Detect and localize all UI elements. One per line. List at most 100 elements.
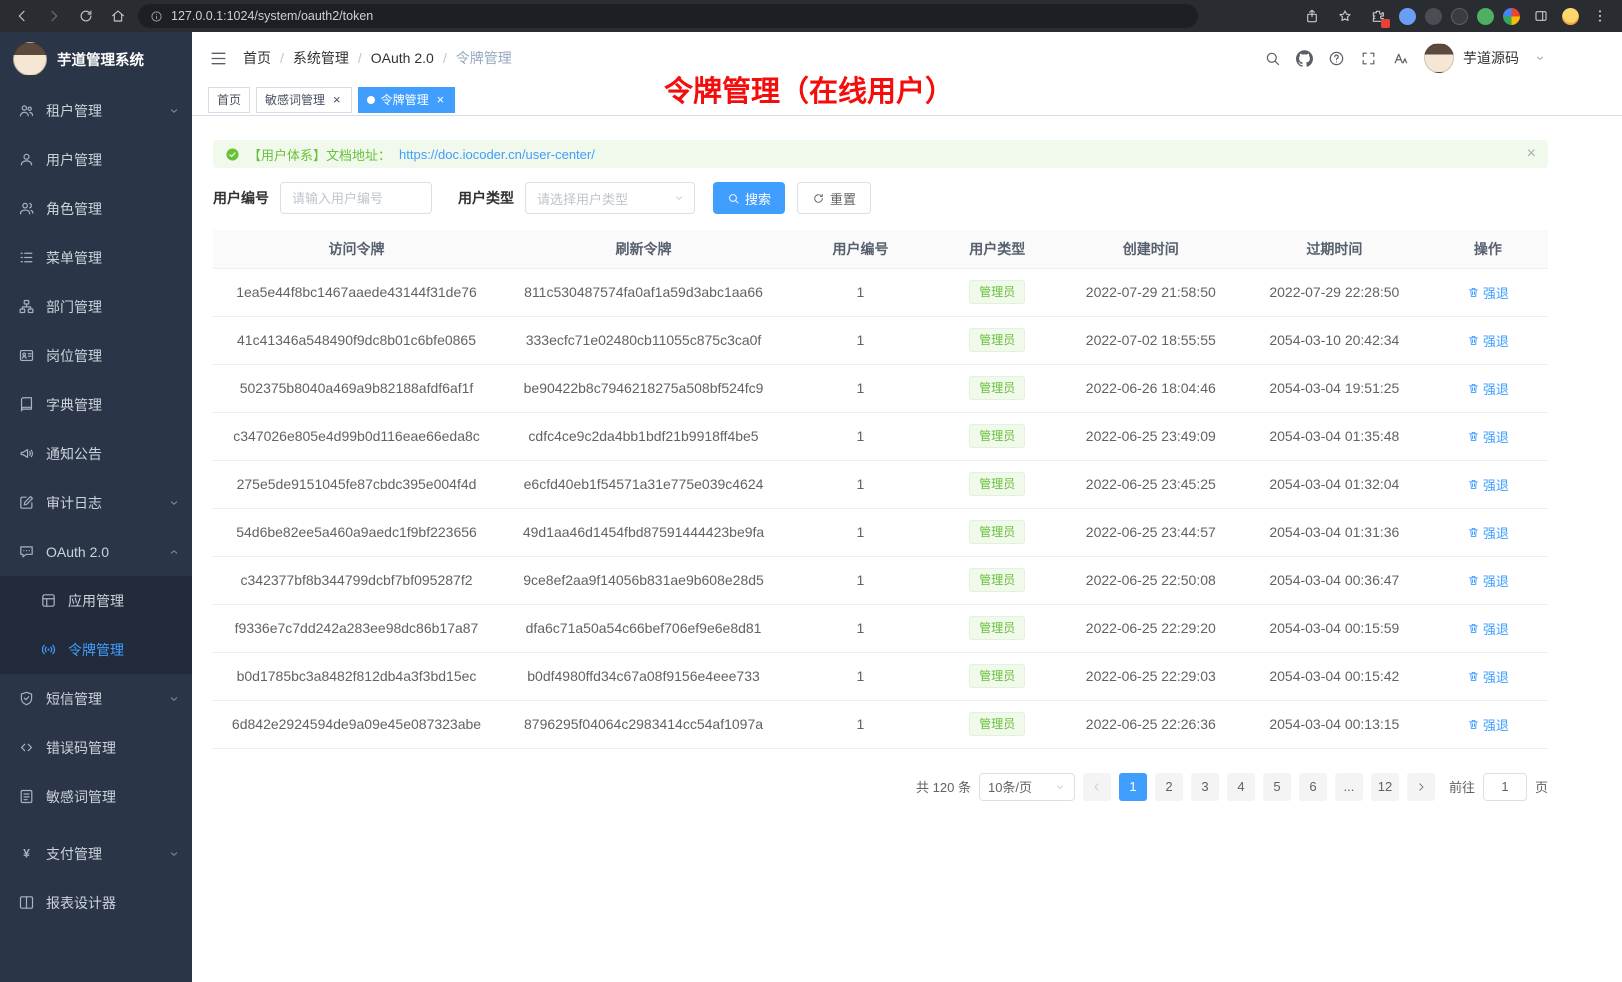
expire-time-cell: 2054-03-04 01:31:36 [1241,508,1428,556]
alert-close-icon[interactable]: × [1527,146,1536,162]
help-icon[interactable] [1328,50,1345,67]
doc-link[interactable]: https://doc.iocoder.cn/user-center/ [399,147,595,162]
reload-button[interactable] [74,4,98,28]
sidebar-item-3[interactable]: 菜单管理 [0,233,192,282]
chevron-down-icon[interactable] [1534,52,1546,64]
extension-icon-green[interactable] [1477,8,1494,25]
search-button[interactable]: 搜索 [713,182,785,214]
action-cell: 强退 [1428,556,1548,604]
force-logout-button[interactable]: 强退 [1467,427,1509,446]
home-button[interactable] [106,4,130,28]
access-token-cell: 502375b8040a469a9b82188afdf6af1f [213,364,500,412]
sidebar-item-10[interactable]: 应用管理 [0,576,192,625]
tab-2[interactable]: 令牌管理× [358,87,456,113]
extension-icon-blue[interactable] [1399,8,1416,25]
sidebar-item-9[interactable]: OAuth 2.0 [0,527,192,576]
tab-0[interactable]: 首页 [208,87,250,113]
active-dot-icon [367,96,375,104]
force-logout-button[interactable]: 强退 [1467,523,1509,542]
refresh-token-cell: 9ce8ef2aa9f14056b831ae9b608e28d5 [500,556,787,604]
extensions-button[interactable] [1366,4,1390,28]
chevron-up-icon [168,546,180,558]
pagination-more-button[interactable]: ... [1335,773,1363,801]
pagination-page-1[interactable]: 1 [1119,773,1147,801]
breadcrumb-item-0[interactable]: 首页 [243,48,271,68]
sidebar-item-1[interactable]: 用户管理 [0,135,192,184]
sidebar-item-13[interactable]: 错误码管理 [0,723,192,772]
browser-menu-button[interactable] [1588,4,1612,28]
force-logout-button[interactable]: 强退 [1467,283,1509,302]
delete-icon [1467,718,1480,731]
page-size-select[interactable]: 10条/页 [979,773,1075,801]
extension-icon-dark-2[interactable] [1451,8,1468,25]
sidebar-item-0[interactable]: 租户管理 [0,86,192,135]
forward-button[interactable] [42,4,66,28]
user-type-placeholder: 请选择用户类型 [537,189,628,208]
breadcrumb-item-2[interactable]: OAuth 2.0 [371,50,434,66]
tab-1[interactable]: 敏感词管理× [256,87,352,113]
site-info-icon[interactable] [150,10,163,23]
close-icon[interactable]: × [435,92,447,107]
font-size-icon[interactable] [1392,50,1409,67]
goto-page-input[interactable] [1483,773,1527,801]
sidebar-item-16[interactable]: 报表设计器 [0,878,192,927]
sidebar-item-14[interactable]: 敏感词管理 [0,772,192,821]
filter-form: 用户编号 用户类型 请选择用户类型 搜索 重置 [213,182,1548,214]
sidebar-item-11[interactable]: 令牌管理 [0,625,192,674]
extension-icon-colorful[interactable] [1503,8,1520,25]
sidebar-item-15[interactable]: ¥支付管理 [0,829,192,878]
force-logout-button[interactable]: 强退 [1467,571,1509,590]
bookmark-button[interactable] [1333,4,1357,28]
address-bar[interactable]: 127.0.0.1:1024/system/oauth2/token [138,4,1198,28]
breadcrumb-separator: / [358,50,362,66]
search-icon[interactable] [1264,50,1281,67]
column-header-2: 用户编号 [787,230,934,268]
sidebar-item-6[interactable]: 字典管理 [0,380,192,429]
extension-icon-dark[interactable] [1425,8,1442,25]
page-suffix: 页 [1535,777,1548,796]
sidebar-item-12[interactable]: 短信管理 [0,674,192,723]
pagination-page-12[interactable]: 12 [1371,773,1399,801]
share-button[interactable] [1300,4,1324,28]
force-logout-button[interactable]: 强退 [1467,475,1509,494]
pagination-page-6[interactable]: 6 [1299,773,1327,801]
force-logout-button[interactable]: 强退 [1467,331,1509,350]
user-type-badge: 管理员 [969,424,1025,448]
dept-icon [18,298,35,315]
username[interactable]: 芋道源码 [1463,48,1519,68]
sidebar-item-7[interactable]: 通知公告 [0,429,192,478]
user-icon [18,151,35,168]
user-id-input[interactable] [280,182,432,214]
app-logo[interactable]: 芋道管理系统 [0,32,192,86]
sidebar-toggle-icon[interactable] [209,49,228,68]
force-logout-button[interactable]: 强退 [1467,715,1509,734]
pagination-page-4[interactable]: 4 [1227,773,1255,801]
expire-time-cell: 2054-03-04 00:15:42 [1241,652,1428,700]
breadcrumb-item-1[interactable]: 系统管理 [293,48,349,68]
github-icon[interactable] [1296,50,1313,67]
notice-icon [18,445,35,462]
sidebar-item-8[interactable]: 审计日志 [0,478,192,527]
pagination-page-5[interactable]: 5 [1263,773,1291,801]
prev-page-button[interactable] [1083,773,1111,801]
close-icon[interactable]: × [331,92,343,107]
user-avatar[interactable] [1424,43,1454,73]
side-panel-button[interactable] [1529,4,1553,28]
pagination-page-3[interactable]: 3 [1191,773,1219,801]
sidebar-item-5[interactable]: 岗位管理 [0,331,192,380]
force-logout-button[interactable]: 强退 [1467,667,1509,686]
errcode-icon [18,739,35,756]
user-type-badge: 管理员 [969,712,1025,736]
force-logout-button[interactable]: 强退 [1467,379,1509,398]
reset-button[interactable]: 重置 [797,182,871,214]
force-logout-button[interactable]: 强退 [1467,619,1509,638]
sidebar-item-2[interactable]: 角色管理 [0,184,192,233]
browser-profile-avatar[interactable] [1562,8,1579,25]
sidebar-item-4[interactable]: 部门管理 [0,282,192,331]
next-page-button[interactable] [1407,773,1435,801]
pagination-page-2[interactable]: 2 [1155,773,1183,801]
user-type-badge: 管理员 [969,472,1025,496]
back-button[interactable] [10,4,34,28]
user-type-select[interactable]: 请选择用户类型 [525,182,695,214]
fullscreen-icon[interactable] [1360,50,1377,67]
